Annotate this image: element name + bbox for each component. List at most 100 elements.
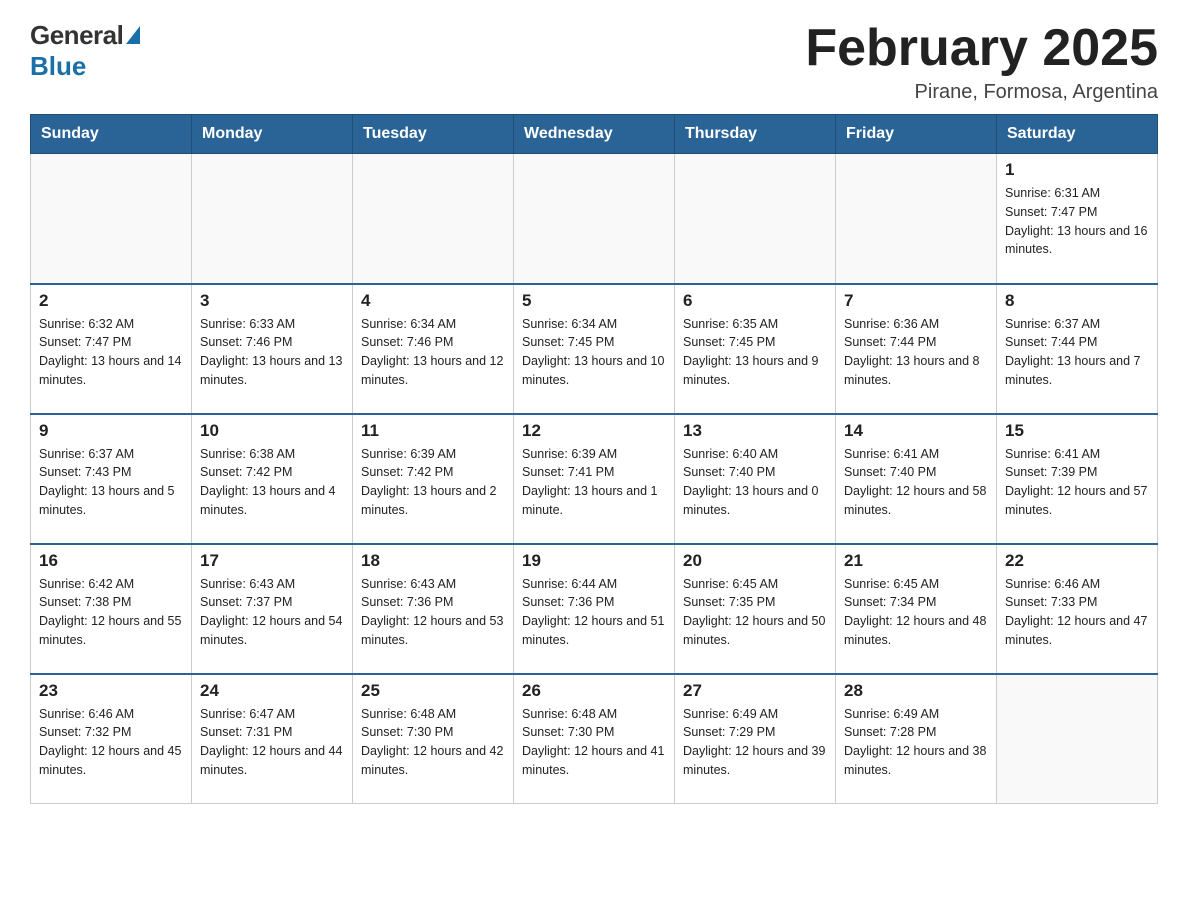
day-number: 4	[361, 291, 505, 311]
day-number: 18	[361, 551, 505, 571]
day-number: 23	[39, 681, 183, 701]
title-block: February 2025 Pirane, Formosa, Argentina	[805, 20, 1158, 104]
page-header: General Blue February 2025 Pirane, Formo…	[30, 20, 1158, 104]
day-info: Sunrise: 6:34 AM Sunset: 7:46 PM Dayligh…	[361, 315, 505, 390]
day-info: Sunrise: 6:33 AM Sunset: 7:46 PM Dayligh…	[200, 315, 344, 390]
weekday-header-wednesday: Wednesday	[514, 115, 675, 154]
calendar-cell: 6 Sunrise: 6:35 AM Sunset: 7:45 PM Daylig…	[675, 284, 836, 414]
day-number: 21	[844, 551, 988, 571]
day-info: Sunrise: 6:40 AM Sunset: 7:40 PM Dayligh…	[683, 445, 827, 520]
calendar-cell	[514, 154, 675, 284]
location-subtitle: Pirane, Formosa, Argentina	[805, 81, 1158, 104]
calendar-cell: 19 Sunrise: 6:44 AM Sunset: 7:36 PM Dayli…	[514, 544, 675, 674]
day-info: Sunrise: 6:37 AM Sunset: 7:44 PM Dayligh…	[1005, 315, 1149, 390]
calendar-cell: 25 Sunrise: 6:48 AM Sunset: 7:30 PM Dayli…	[353, 674, 514, 804]
day-info: Sunrise: 6:39 AM Sunset: 7:41 PM Dayligh…	[522, 445, 666, 520]
calendar-cell	[836, 154, 997, 284]
day-info: Sunrise: 6:49 AM Sunset: 7:29 PM Dayligh…	[683, 705, 827, 780]
day-info: Sunrise: 6:41 AM Sunset: 7:39 PM Dayligh…	[1005, 445, 1149, 520]
day-info: Sunrise: 6:46 AM Sunset: 7:33 PM Dayligh…	[1005, 575, 1149, 650]
day-number: 2	[39, 291, 183, 311]
calendar-cell: 7Sunrise: 6:36 AM Sunset: 7:44 PM Daylig…	[836, 284, 997, 414]
calendar-header-row: SundayMondayTuesdayWednesdayThursdayFrid…	[31, 115, 1158, 154]
calendar-cell: 22Sunrise: 6:46 AM Sunset: 7:33 PM Dayli…	[997, 544, 1158, 674]
day-info: Sunrise: 6:48 AM Sunset: 7:30 PM Dayligh…	[361, 705, 505, 780]
calendar-cell	[192, 154, 353, 284]
calendar-cell	[675, 154, 836, 284]
calendar-cell	[997, 674, 1158, 804]
calendar-cell: 17Sunrise: 6:43 AM Sunset: 7:37 PM Dayli…	[192, 544, 353, 674]
calendar-cell: 3 Sunrise: 6:33 AM Sunset: 7:46 PM Daylig…	[192, 284, 353, 414]
weekday-header-thursday: Thursday	[675, 115, 836, 154]
day-number: 1	[1005, 160, 1149, 180]
calendar-cell	[353, 154, 514, 284]
day-info: Sunrise: 6:45 AM Sunset: 7:35 PM Dayligh…	[683, 575, 827, 650]
logo-triangle-icon	[126, 26, 140, 44]
day-info: Sunrise: 6:38 AM Sunset: 7:42 PM Dayligh…	[200, 445, 344, 520]
day-info: Sunrise: 6:36 AM Sunset: 7:44 PM Dayligh…	[844, 315, 988, 390]
day-number: 26	[522, 681, 666, 701]
calendar-cell: 27 Sunrise: 6:49 AM Sunset: 7:29 PM Dayli…	[675, 674, 836, 804]
day-info: Sunrise: 6:39 AM Sunset: 7:42 PM Dayligh…	[361, 445, 505, 520]
day-number: 5	[522, 291, 666, 311]
day-number: 6	[683, 291, 827, 311]
day-number: 9	[39, 421, 183, 441]
day-number: 14	[844, 421, 988, 441]
calendar-cell: 20Sunrise: 6:45 AM Sunset: 7:35 PM Dayli…	[675, 544, 836, 674]
calendar-cell	[31, 154, 192, 284]
calendar-cell: 4 Sunrise: 6:34 AM Sunset: 7:46 PM Daylig…	[353, 284, 514, 414]
calendar-cell: 11 Sunrise: 6:39 AM Sunset: 7:42 PM Dayli…	[353, 414, 514, 544]
day-number: 16	[39, 551, 183, 571]
calendar-cell: 28 Sunrise: 6:49 AM Sunset: 7:28 PM Dayli…	[836, 674, 997, 804]
calendar-cell: 10 Sunrise: 6:38 AM Sunset: 7:42 PM Dayli…	[192, 414, 353, 544]
calendar-cell: 8 Sunrise: 6:37 AM Sunset: 7:44 PM Daylig…	[997, 284, 1158, 414]
day-number: 25	[361, 681, 505, 701]
day-info: Sunrise: 6:48 AM Sunset: 7:30 PM Dayligh…	[522, 705, 666, 780]
calendar-week-row: 1 Sunrise: 6:31 AM Sunset: 7:47 PM Daylig…	[31, 154, 1158, 284]
day-number: 8	[1005, 291, 1149, 311]
weekday-header-saturday: Saturday	[997, 115, 1158, 154]
calendar-cell: 24 Sunrise: 6:47 AM Sunset: 7:31 PM Dayli…	[192, 674, 353, 804]
day-info: Sunrise: 6:44 AM Sunset: 7:36 PM Dayligh…	[522, 575, 666, 650]
day-info: Sunrise: 6:49 AM Sunset: 7:28 PM Dayligh…	[844, 705, 988, 780]
day-number: 10	[200, 421, 344, 441]
calendar-week-row: 23 Sunrise: 6:46 AM Sunset: 7:32 PM Dayli…	[31, 674, 1158, 804]
day-number: 11	[361, 421, 505, 441]
weekday-header-tuesday: Tuesday	[353, 115, 514, 154]
calendar-week-row: 9Sunrise: 6:37 AM Sunset: 7:43 PM Daylig…	[31, 414, 1158, 544]
calendar-week-row: 16 Sunrise: 6:42 AM Sunset: 7:38 PM Dayli…	[31, 544, 1158, 674]
calendar-cell: 18 Sunrise: 6:43 AM Sunset: 7:36 PM Dayli…	[353, 544, 514, 674]
day-number: 12	[522, 421, 666, 441]
month-title: February 2025	[805, 20, 1158, 77]
day-number: 13	[683, 421, 827, 441]
calendar-cell: 9Sunrise: 6:37 AM Sunset: 7:43 PM Daylig…	[31, 414, 192, 544]
day-info: Sunrise: 6:32 AM Sunset: 7:47 PM Dayligh…	[39, 315, 183, 390]
logo: General Blue	[30, 20, 140, 82]
calendar-cell: 13 Sunrise: 6:40 AM Sunset: 7:40 PM Dayli…	[675, 414, 836, 544]
calendar-cell: 15 Sunrise: 6:41 AM Sunset: 7:39 PM Dayli…	[997, 414, 1158, 544]
calendar-cell: 12 Sunrise: 6:39 AM Sunset: 7:41 PM Dayli…	[514, 414, 675, 544]
calendar-cell: 5Sunrise: 6:34 AM Sunset: 7:45 PM Daylig…	[514, 284, 675, 414]
day-info: Sunrise: 6:46 AM Sunset: 7:32 PM Dayligh…	[39, 705, 183, 780]
day-number: 15	[1005, 421, 1149, 441]
day-number: 19	[522, 551, 666, 571]
day-info: Sunrise: 6:47 AM Sunset: 7:31 PM Dayligh…	[200, 705, 344, 780]
calendar-cell: 23 Sunrise: 6:46 AM Sunset: 7:32 PM Dayli…	[31, 674, 192, 804]
calendar-cell: 1 Sunrise: 6:31 AM Sunset: 7:47 PM Daylig…	[997, 154, 1158, 284]
day-number: 28	[844, 681, 988, 701]
day-info: Sunrise: 6:31 AM Sunset: 7:47 PM Dayligh…	[1005, 184, 1149, 259]
weekday-header-sunday: Sunday	[31, 115, 192, 154]
day-info: Sunrise: 6:35 AM Sunset: 7:45 PM Dayligh…	[683, 315, 827, 390]
calendar-cell: 14Sunrise: 6:41 AM Sunset: 7:40 PM Dayli…	[836, 414, 997, 544]
logo-blue-text: Blue	[30, 51, 86, 82]
calendar-cell: 26 Sunrise: 6:48 AM Sunset: 7:30 PM Dayli…	[514, 674, 675, 804]
day-info: Sunrise: 6:43 AM Sunset: 7:36 PM Dayligh…	[361, 575, 505, 650]
weekday-header-monday: Monday	[192, 115, 353, 154]
day-info: Sunrise: 6:42 AM Sunset: 7:38 PM Dayligh…	[39, 575, 183, 650]
day-number: 27	[683, 681, 827, 701]
calendar-week-row: 2 Sunrise: 6:32 AM Sunset: 7:47 PM Daylig…	[31, 284, 1158, 414]
day-number: 24	[200, 681, 344, 701]
calendar-cell: 21Sunrise: 6:45 AM Sunset: 7:34 PM Dayli…	[836, 544, 997, 674]
logo-general-text: General	[30, 20, 123, 51]
day-number: 3	[200, 291, 344, 311]
